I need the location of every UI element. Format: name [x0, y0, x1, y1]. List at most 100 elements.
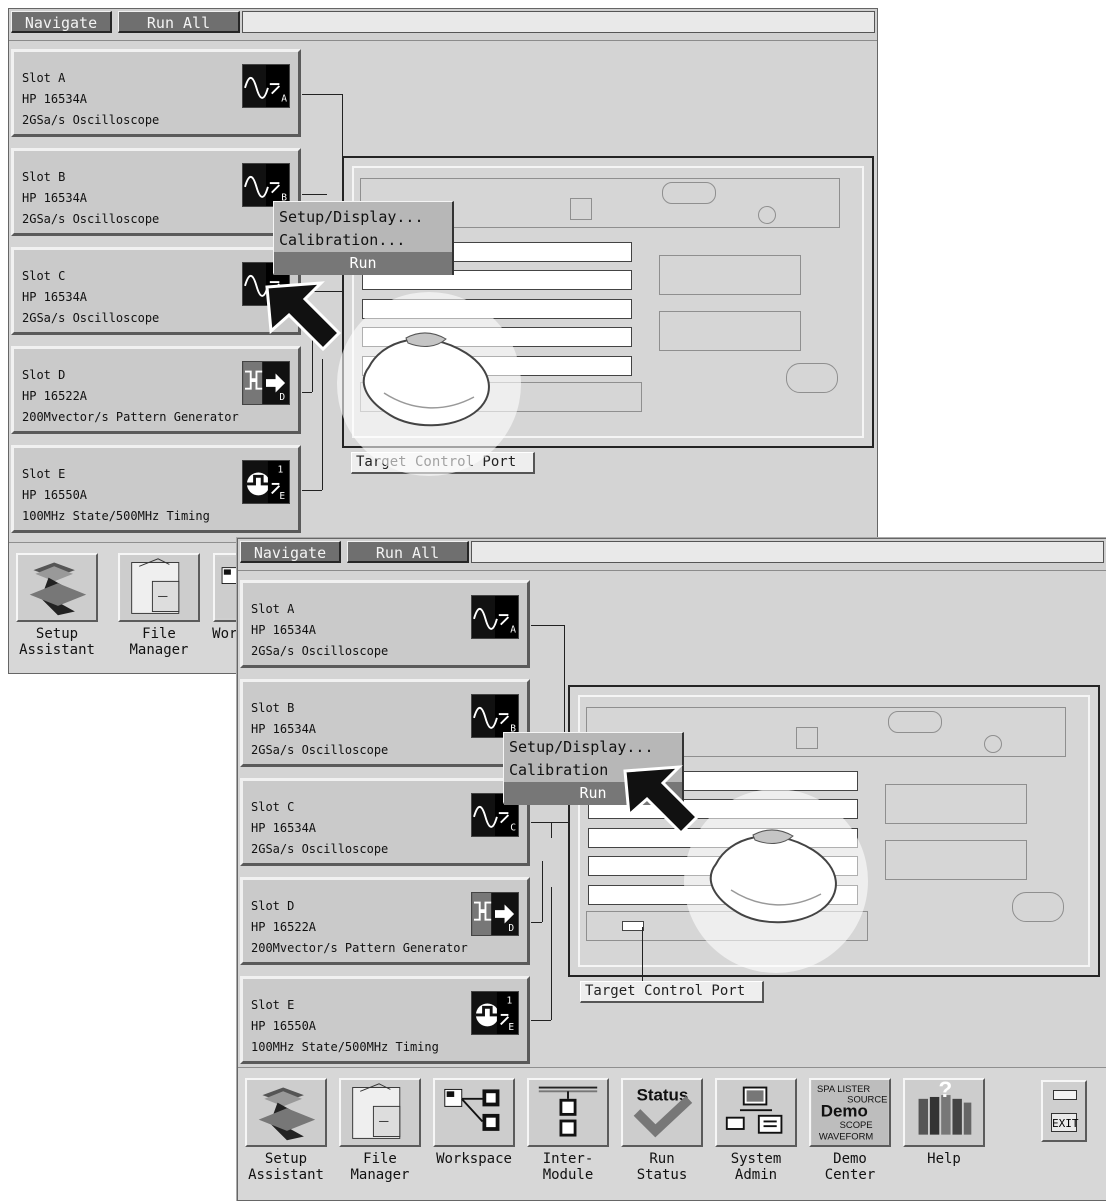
workspace-icon — [433, 1078, 515, 1147]
workspace-label: Workspace — [436, 1151, 512, 1167]
svg-text:1: 1 — [277, 464, 283, 475]
run-status-label: Run Status — [636, 1151, 688, 1183]
help-icon: ? — [903, 1078, 985, 1147]
svg-text:?: ? — [938, 1080, 952, 1102]
front-slot-a[interactable]: Slot A HP 16534A 2GSa/s Oscilloscope A — [240, 580, 530, 668]
front-topbar: Navigate Run All — [238, 539, 1106, 571]
slot-description: 2GSa/s Oscilloscope — [251, 644, 389, 658]
slot-description: 2GSa/s Oscilloscope — [251, 743, 389, 757]
setup-assistant-icon — [16, 553, 98, 622]
demo-center-tool[interactable]: SPA LISTER SOURCE Demo SCOPE WAVEFORM De… — [805, 1074, 895, 1183]
front-run-all-button[interactable]: Run All — [347, 541, 469, 563]
svg-text:C: C — [281, 291, 287, 302]
svg-text:WAVEFORM: WAVEFORM — [819, 1130, 874, 1141]
front-slot-e[interactable]: Slot E HP 16550A 100MHz State/500MHz Tim… — [240, 976, 530, 1064]
back-menu-calibration[interactable]: Calibration... — [274, 229, 452, 252]
demo-center-icon: SPA LISTER SOURCE Demo SCOPE WAVEFORM — [809, 1078, 891, 1147]
slot-description: 2GSa/s Oscilloscope — [22, 113, 160, 127]
slot-description: 100MHz State/500MHz Timing — [22, 509, 210, 523]
front-menu-setup-display[interactable]: Setup/Display... — [504, 736, 682, 759]
timing-e-icon[interactable]: 1 E — [242, 460, 290, 504]
front-slot-c[interactable]: Slot C HP 16534A 2GSa/s Oscilloscope C — [240, 778, 530, 866]
back-file-manager-label: File Manager — [129, 626, 189, 658]
front-wire-d-vertical — [542, 861, 543, 922]
slot-description: 200Mvector/s Pattern Generator — [251, 941, 468, 955]
file-manager-icon — [118, 553, 200, 622]
inter-module-icon — [527, 1078, 609, 1147]
front-wire-e — [531, 1020, 551, 1021]
back-setup-assistant-tool[interactable]: Setup Assistant — [12, 549, 102, 658]
svg-text:1: 1 — [506, 995, 512, 1006]
back-wire-e — [302, 490, 322, 491]
slot-description: 2GSa/s Oscilloscope — [22, 311, 160, 325]
file-manager-label: File Manager — [350, 1151, 410, 1183]
front-target-control-port-label: Target Control Port — [580, 981, 764, 1003]
front-target-port-line — [642, 927, 643, 983]
back-instrument-panel — [342, 156, 874, 448]
slot-description: 200Mvector/s Pattern Generator — [22, 410, 239, 424]
back-wire-a — [302, 94, 342, 95]
front-wire-e-vertical — [551, 887, 552, 1020]
back-wire-b — [302, 194, 327, 195]
slot-description: 2GSa/s Oscilloscope — [22, 212, 160, 226]
back-slot-c[interactable]: Slot C HP 16534A 2GSa/s Oscilloscope C — [11, 247, 301, 335]
front-slot-b[interactable]: Slot B HP 16534A 2GSa/s Oscilloscope B — [240, 679, 530, 767]
setup-assistant-tool[interactable]: Setup Assistant — [241, 1074, 331, 1183]
back-slot-b[interactable]: Slot B HP 16534A 2GSa/s Oscilloscope B — [11, 148, 301, 236]
run-status-icon: Status — [621, 1078, 703, 1147]
help-label: Help — [927, 1151, 961, 1167]
svg-text:Demo: Demo — [821, 1102, 868, 1121]
oscilloscope-a-icon[interactable]: A — [471, 595, 519, 639]
back-slot-b-context-menu: Setup/Display... Calibration... Run — [273, 201, 454, 275]
front-menu-calibration[interactable]: Calibration — [504, 759, 682, 782]
svg-text:SCOPE: SCOPE — [840, 1119, 873, 1130]
front-command-field[interactable] — [471, 541, 1104, 563]
system-admin-icon — [715, 1078, 797, 1147]
svg-text:E: E — [279, 491, 285, 502]
back-target-control-port-label: Target Control Port — [351, 452, 535, 474]
front-navigate-button[interactable]: Navigate — [240, 541, 341, 563]
front-instrument-panel — [568, 685, 1100, 977]
front-screen: Navigate Run All Slot A HP 16534A 2GSa/s… — [237, 538, 1106, 1201]
svg-text:A: A — [281, 93, 287, 104]
workspace-tool[interactable]: Workspace — [429, 1074, 519, 1182]
help-tool[interactable]: ? Help — [899, 1074, 989, 1182]
pattern-generator-d-icon[interactable]: D — [242, 361, 290, 405]
oscilloscope-a-icon[interactable]: A — [242, 64, 290, 108]
front-wire-d — [531, 922, 542, 923]
exit-label: EXIT — [1051, 1113, 1079, 1132]
exit-indicator-icon — [1053, 1090, 1077, 1100]
back-run-all-button[interactable]: Run All — [118, 11, 240, 33]
system-admin-label: System Admin — [730, 1151, 782, 1183]
front-wire-a — [531, 625, 564, 626]
back-menu-run[interactable]: Run — [274, 252, 452, 275]
front-slot-d[interactable]: Slot D HP 16522A 200Mvector/s Pattern Ge… — [240, 877, 530, 965]
back-command-field[interactable] — [242, 11, 875, 33]
inter-module-label: Inter- Module — [542, 1151, 594, 1183]
pattern-generator-d-icon[interactable]: D — [471, 892, 519, 936]
setup-assistant-label: Setup Assistant — [248, 1151, 324, 1183]
slot-description: 2GSa/s Oscilloscope — [251, 842, 389, 856]
file-manager-tool[interactable]: File Manager — [335, 1074, 425, 1183]
back-slot-d[interactable]: Slot D HP 16522A 200Mvector/s Pattern Ge… — [11, 346, 301, 434]
front-menu-run[interactable]: Run — [504, 782, 682, 805]
back-slot-e[interactable]: Slot E HP 16550A 100MHz State/500MHz Tim… — [11, 445, 301, 533]
system-admin-tool[interactable]: System Admin — [711, 1074, 801, 1183]
file-manager-icon — [339, 1078, 421, 1147]
back-wire-d — [302, 392, 312, 393]
exit-tool[interactable]: EXIT — [1041, 1080, 1087, 1142]
run-status-tool[interactable]: Status Run Status — [617, 1074, 707, 1183]
front-wire-c-elbow — [551, 822, 552, 838]
svg-text:E: E — [508, 1022, 514, 1033]
slot-description: 100MHz State/500MHz Timing — [251, 1040, 439, 1054]
back-navigate-button[interactable]: Navigate — [11, 11, 112, 33]
svg-text:A: A — [510, 624, 516, 635]
timing-e-icon[interactable]: 1 E — [471, 991, 519, 1035]
svg-text:SPA LISTER: SPA LISTER — [817, 1083, 870, 1094]
back-file-manager-tool[interactable]: File Manager — [114, 549, 204, 658]
front-bottom-toolbar: Setup Assistant File Manager Workspace I… — [238, 1067, 1106, 1200]
back-menu-setup-display[interactable]: Setup/Display... — [274, 206, 452, 229]
front-slot-b-context-menu: Setup/Display... Calibration Run — [503, 732, 684, 805]
inter-module-tool[interactable]: Inter- Module — [523, 1074, 613, 1183]
back-slot-a[interactable]: Slot A HP 16534A 2GSa/s Oscilloscope A — [11, 49, 301, 137]
